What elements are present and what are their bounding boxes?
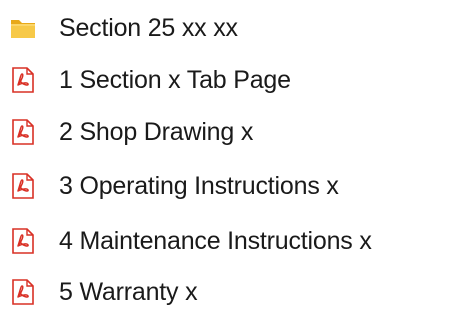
pdf-icon <box>10 119 36 145</box>
pdf-icon <box>10 67 36 93</box>
folder-item-section-25[interactable]: Section 25 xx xx <box>0 6 451 50</box>
file-item-warranty[interactable]: 5 Warranty x <box>0 270 451 314</box>
file-item-label: 4 Maintenance Instructions x <box>59 227 372 255</box>
file-item-shop-drawing[interactable]: 2 Shop Drawing x <box>0 110 451 154</box>
folder-icon <box>10 15 36 41</box>
file-list: Section 25 xx xx 1 Section x Tab Page 2 … <box>0 0 451 313</box>
pdf-icon <box>10 279 36 305</box>
file-item-label: 1 Section x Tab Page <box>59 66 291 94</box>
pdf-icon <box>10 228 36 254</box>
file-item-label: 5 Warranty x <box>59 278 198 306</box>
folder-item-label: Section 25 xx xx <box>59 14 238 42</box>
pdf-icon <box>10 173 36 199</box>
file-item-operating-instructions[interactable]: 3 Operating Instructions x <box>0 164 451 208</box>
file-item-label: 2 Shop Drawing x <box>59 118 254 146</box>
file-item-label: 3 Operating Instructions x <box>59 172 339 200</box>
file-item-maintenance-instructions[interactable]: 4 Maintenance Instructions x <box>0 219 451 263</box>
file-item-section-tab-page[interactable]: 1 Section x Tab Page <box>0 58 451 102</box>
